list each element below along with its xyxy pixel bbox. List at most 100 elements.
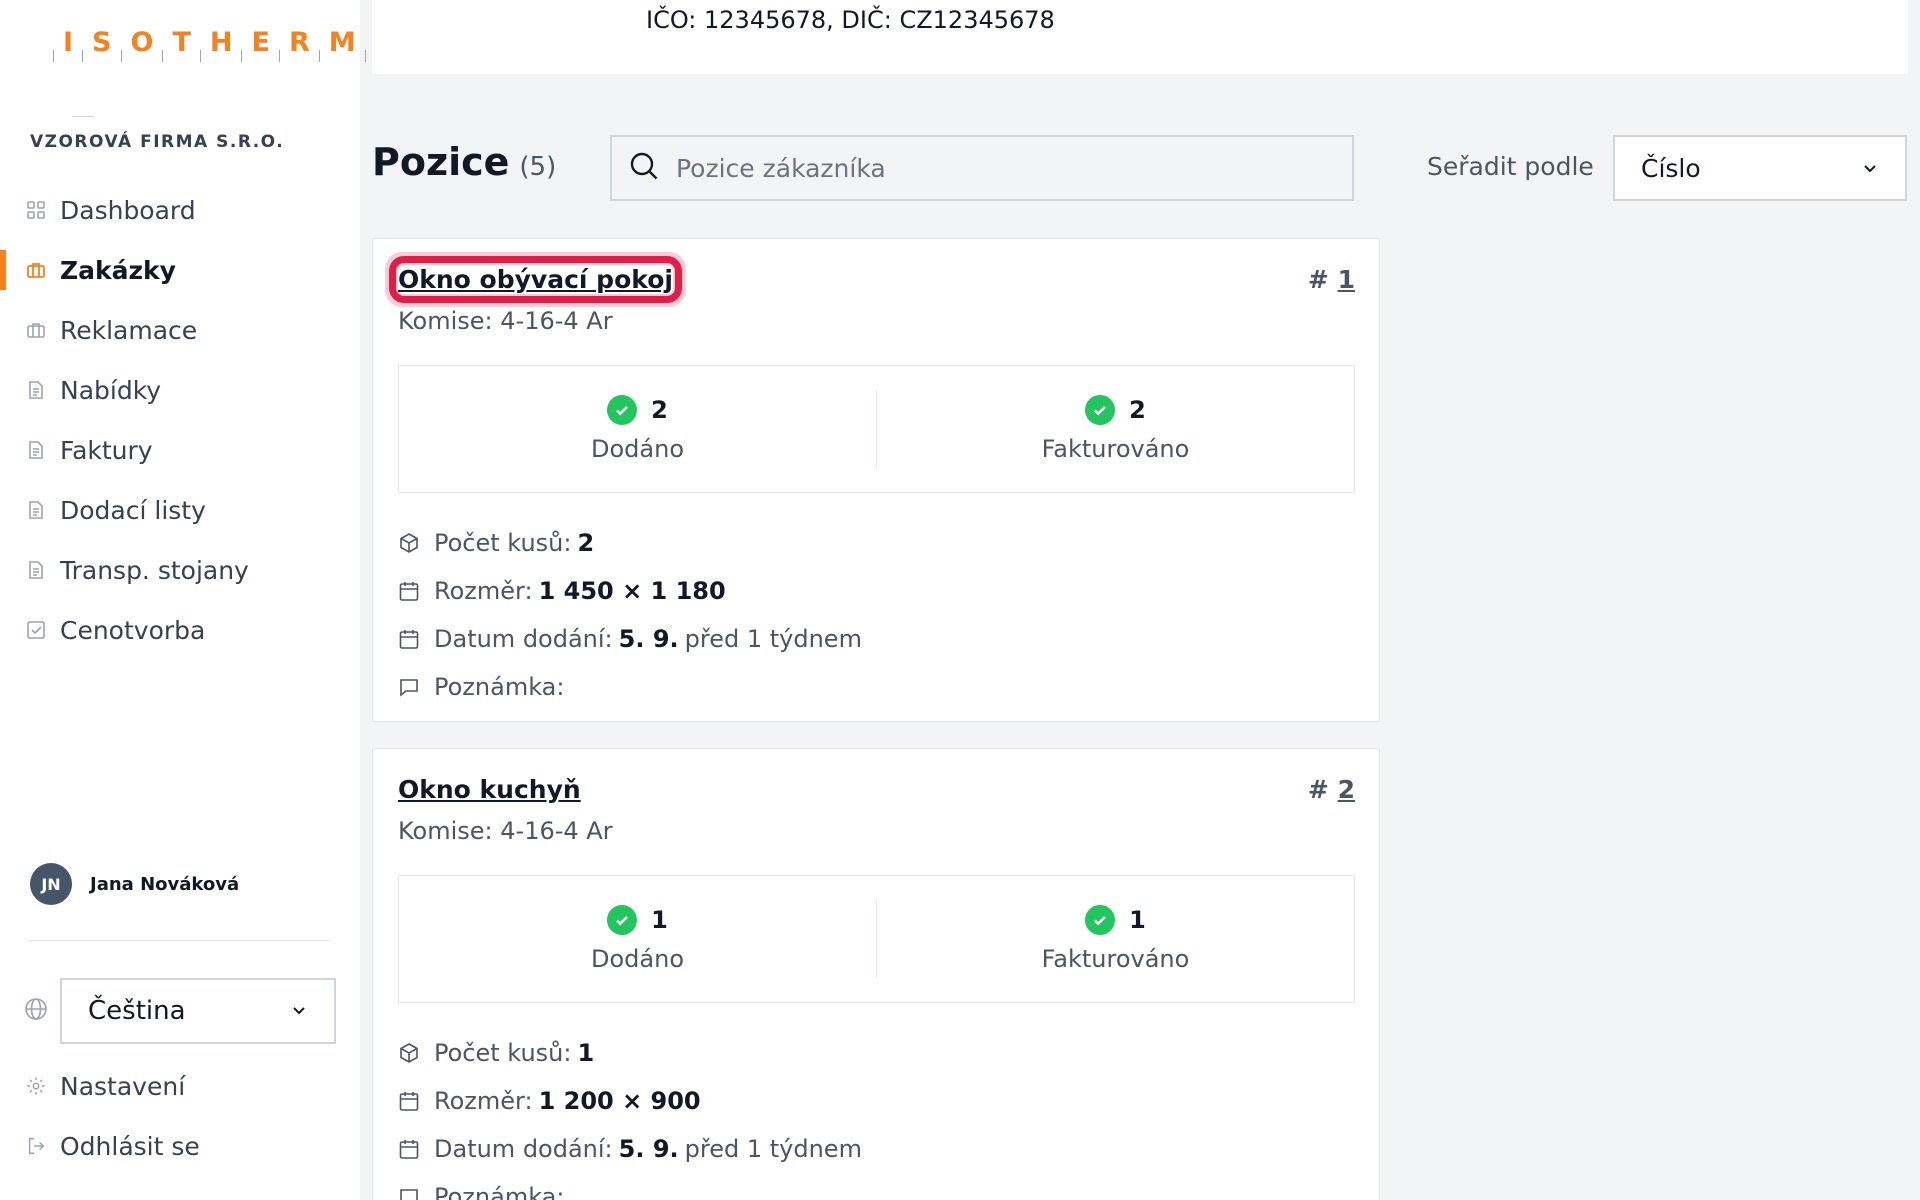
logo-divider [199, 50, 201, 62]
comment-icon [398, 1186, 420, 1200]
document-icon [26, 560, 46, 580]
size-row: Rozměr: 1 200 × 900 [398, 1077, 862, 1125]
logout-icon [26, 1136, 46, 1156]
grid-icon [26, 200, 46, 220]
date-value: 5. 9. [618, 1135, 679, 1163]
sidebar-item-label: Dashboard [60, 195, 196, 225]
size-value: 1 450 × 1 180 [538, 577, 726, 605]
company-ids: IČO: 12345678, DIČ: CZ12345678 [646, 6, 1055, 34]
sidebar-item-faktury[interactable]: Faktury [0, 420, 360, 480]
sort-label: Seřadit podle [1427, 152, 1594, 181]
document-icon [26, 500, 46, 520]
size-row: Rozměr: 1 450 × 1 180 [398, 567, 862, 615]
sidebar-item-label: Reklamace [60, 315, 198, 345]
logo-letter: S [92, 27, 112, 58]
calendar-icon [398, 628, 420, 650]
isotherm-logo[interactable]: I S O T H E R M [44, 22, 375, 62]
page-title: Pozice (5) [372, 140, 556, 184]
position-title-link[interactable]: Okno kuchyň [398, 775, 581, 804]
calendar-icon [398, 1090, 420, 1112]
date-value: 5. 9. [618, 625, 679, 653]
invoiced-count: 2 [1129, 396, 1146, 424]
logo-divider [53, 50, 54, 62]
settings-link[interactable]: Nastavení [0, 1056, 360, 1116]
sidebar-item-label: Cenotvorba [60, 615, 206, 645]
note-row: Poznámka: [398, 1173, 862, 1200]
commission: Komise: 4-16-4 Ar [398, 817, 613, 845]
logo-divider [278, 50, 280, 62]
logout-label: Odhlásit se [60, 1131, 200, 1161]
positions-count: (5) [519, 152, 557, 182]
logo-letter: M [328, 27, 356, 58]
position-card: Okno kuchyň # 2 Komise: 4-16-4 Ar 1 Dodá… [372, 748, 1380, 1200]
search-input[interactable] [676, 153, 1316, 183]
sidebar-item-zakazky[interactable]: Zakázky [0, 240, 360, 300]
invoiced-status: 2 Fakturováno [876, 390, 1354, 468]
divider [72, 116, 94, 117]
sidebar-item-dashboard[interactable]: Dashboard [0, 180, 360, 240]
position-number-link[interactable]: 1 [1338, 265, 1355, 294]
pieces-value: 1 [577, 1039, 595, 1067]
position-title-link[interactable]: Okno obývací pokoj [389, 256, 682, 303]
sidebar-bottom-links: Nastavení Odhlásit se [0, 1056, 360, 1176]
invoiced-status: 1 Fakturováno [876, 900, 1354, 978]
sidebar-item-transp-stojany[interactable]: Transp. stojany [0, 540, 360, 600]
sort-select[interactable]: Číslo [1613, 135, 1907, 201]
pieces-label: Počet kusů: [434, 1039, 572, 1067]
calendar-icon [398, 1138, 420, 1160]
logo-letter: I [63, 27, 74, 58]
date-label: Datum dodání: [434, 625, 613, 653]
logout-link[interactable]: Odhlásit se [0, 1116, 360, 1176]
logo-divider [364, 50, 366, 62]
avatar: JN [30, 863, 72, 905]
sidebar-item-reklamace[interactable]: Reklamace [0, 300, 360, 360]
chevron-down-icon [290, 996, 308, 1026]
cube-icon [398, 532, 420, 554]
size-label: Rozměr: [434, 1087, 533, 1115]
sidebar-item-label: Transp. stojany [60, 555, 249, 585]
invoiced-label: Fakturováno [1041, 945, 1190, 973]
divider [28, 940, 330, 941]
hash-symbol: # [1307, 265, 1329, 294]
pieces-row: Počet kusů: 2 [398, 519, 862, 567]
user-name: Jana Nováková [90, 873, 240, 895]
delivered-label: Dodáno [591, 435, 684, 463]
user-profile[interactable]: JN Jana Nováková [30, 863, 239, 905]
status-box: 2 Dodáno 2 Fakturováno [398, 365, 1355, 493]
position-number: # 1 [1308, 265, 1355, 294]
sidebar-item-nabidky[interactable]: Nabídky [0, 360, 360, 420]
search-icon [628, 150, 660, 186]
sidebar: I S O T H E R M VZOROVÁ FIRMA S.R.O. Das… [0, 0, 366, 1200]
settings-label: Nastavení [60, 1071, 186, 1101]
sidebar-item-cenotvorba[interactable]: Cenotvorba [0, 600, 360, 660]
search-box[interactable] [610, 135, 1354, 201]
sidebar-item-label: Dodací listy [60, 495, 206, 525]
document-icon [26, 440, 46, 460]
date-relative: před 1 týdnem [684, 625, 862, 653]
document-icon [26, 380, 46, 400]
sort-value: Číslo [1641, 153, 1701, 183]
logo-divider [120, 50, 122, 62]
globe-icon [24, 997, 48, 1025]
briefcase-icon [26, 260, 46, 280]
delivery-date-row: Datum dodání: 5. 9. před 1 týdnem [398, 615, 862, 663]
language-value: Čeština [88, 996, 186, 1026]
delivered-status: 2 Dodáno [399, 366, 876, 492]
position-number-link[interactable]: 2 [1338, 775, 1355, 804]
position-details: Počet kusů: 2 Rozměr: 1 450 × 1 180 Datu… [398, 519, 862, 711]
position-details: Počet kusů: 1 Rozměr: 1 200 × 900 Datum … [398, 1029, 862, 1200]
language-select[interactable]: Čeština [60, 978, 336, 1044]
comment-icon [398, 676, 420, 698]
note-label: Poznámka: [434, 673, 565, 701]
position-card: Okno obývací pokoj # 1 Komise: 4-16-4 Ar… [372, 238, 1380, 722]
commission: Komise: 4-16-4 Ar [398, 307, 613, 335]
briefcase-icon [26, 320, 46, 340]
sidebar-item-dodaci-listy[interactable]: Dodací listy [0, 480, 360, 540]
size-value: 1 200 × 900 [538, 1087, 701, 1115]
delivered-count: 2 [651, 396, 668, 424]
checkbox-icon [26, 620, 46, 640]
delivery-date-row: Datum dodání: 5. 9. před 1 týdnem [398, 1125, 862, 1173]
logo-divider [241, 50, 243, 62]
position-number: # 2 [1308, 775, 1355, 804]
check-circle-icon [1085, 905, 1116, 935]
